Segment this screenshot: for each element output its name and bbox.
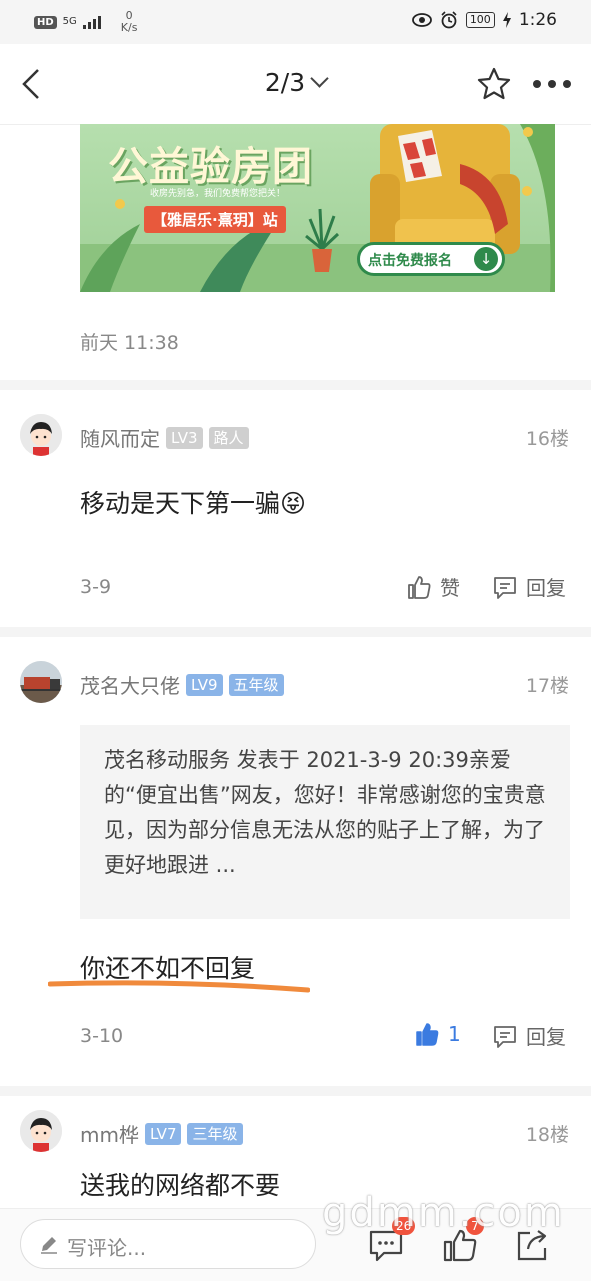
- level-badge: LV9: [186, 673, 223, 696]
- reply-button[interactable]: 回复: [492, 572, 566, 601]
- plant-icon: [305, 208, 340, 272]
- avatar-image: [20, 1110, 62, 1152]
- avatar-image: [20, 661, 62, 703]
- reply-label: 回复: [526, 576, 566, 600]
- divider: [0, 627, 591, 637]
- charging-icon: [502, 12, 511, 28]
- floor-number: 18楼: [525, 1124, 569, 1146]
- arrow-down-icon: ↓: [474, 247, 498, 271]
- divider: [0, 380, 591, 390]
- free-signup-button[interactable]: 点击免费报名 ↓: [357, 242, 505, 276]
- avatar[interactable]: [20, 1110, 62, 1152]
- comment-input[interactable]: 写评论...: [20, 1219, 316, 1269]
- comment-author: 随风而定 LV3 路人: [80, 423, 249, 452]
- comment-author: mm桦 LV7 三年级: [80, 1119, 243, 1148]
- username[interactable]: mm桦: [80, 1119, 139, 1148]
- username[interactable]: 茂名大只佬: [80, 670, 180, 699]
- thumbs-up-icon: [408, 575, 431, 599]
- floor-number: 17楼: [525, 675, 569, 697]
- comment-body: 移动是天下第一骗: [80, 489, 281, 518]
- eye-icon: [411, 13, 432, 27]
- level-badge: LV7: [144, 1122, 182, 1145]
- reply-icon: [494, 576, 516, 599]
- comment-item: 茂名大只佬 LV9 五年级 17楼 茂名移动服务 发表于 2021-3-9 20…: [0, 637, 591, 1085]
- battery-level: 100: [465, 12, 495, 28]
- like-button[interactable]: 赞: [406, 572, 460, 601]
- free-signup-label: 点击免费报名: [368, 253, 452, 269]
- level-badge: LV3: [166, 426, 203, 449]
- like-label: 赞: [440, 576, 460, 600]
- network-indicator: 5G: [62, 16, 77, 27]
- status-bar: HD 5G 0 K/s 100 1:26: [0, 0, 591, 44]
- watermark: gdmm.com: [322, 1190, 565, 1236]
- comment-item: 随风而定 LV3 路人 16楼 移动是天下第一骗😝 3-9 赞 回复: [0, 390, 591, 626]
- avatar[interactable]: [20, 661, 62, 703]
- comment-date: 3-10: [80, 1025, 124, 1047]
- username[interactable]: 随风而定: [80, 423, 160, 452]
- network-speed: 0 K/s: [121, 10, 138, 34]
- rank-badge: 三年级: [187, 1122, 243, 1145]
- banner-subtitle: 收房先别急，我们免费帮您把关！: [150, 189, 286, 199]
- star-icon[interactable]: [476, 66, 512, 102]
- avatar[interactable]: [20, 414, 62, 456]
- rank-badge: 五年级: [228, 673, 284, 696]
- more-icon[interactable]: [532, 78, 572, 90]
- chevron-down-icon: [310, 69, 329, 88]
- page-indicator: 2/3: [264, 68, 306, 97]
- post-timestamp: 前天 11:38: [80, 332, 179, 354]
- promo-banner[interactable]: 公益验房团 收房先别急，我们免费帮您把关！ 【雅居乐·熹玥】站 点击免费报名 ↓: [80, 124, 555, 292]
- like-count: 1: [448, 1022, 461, 1046]
- banner-title: 公益验房团: [108, 144, 313, 190]
- hd-indicator: HD: [34, 15, 57, 29]
- reply-label: 回复: [526, 1025, 566, 1049]
- divider: [0, 1086, 591, 1096]
- floor-number: 16楼: [525, 428, 569, 450]
- emoji: 😝: [280, 489, 307, 518]
- quoted-reply[interactable]: 茂名移动服务 发表于 2021-3-9 20:39亲爱的“便宜出售”网友，您好！…: [80, 725, 570, 919]
- reply-icon: [494, 1025, 516, 1048]
- pencil-icon: [41, 1237, 57, 1254]
- banner-tag: 【雅居乐·熹玥】站: [144, 206, 286, 233]
- comment-body: 送我的网络都不要: [80, 1171, 281, 1200]
- alarm-icon: [441, 11, 457, 29]
- rank-badge: 路人: [208, 426, 249, 449]
- clock: 1:26: [518, 10, 557, 30]
- signal-icon: [82, 16, 101, 29]
- like-button[interactable]: 1: [414, 1021, 461, 1047]
- comment-author: 茂名大只佬 LV9 五年级: [80, 670, 284, 699]
- speed-unit: K/s: [120, 21, 138, 34]
- comment-placeholder: 写评论...: [67, 1236, 147, 1260]
- avatar-image: [20, 414, 62, 456]
- comment-date: 3-9: [80, 576, 112, 598]
- orange-underline-mark: [48, 980, 310, 993]
- comment-text: 移动是天下第一骗😝: [80, 484, 306, 520]
- top-nav-bar: 2/3: [0, 44, 591, 125]
- thumbs-up-icon: [416, 1023, 439, 1046]
- reply-button[interactable]: 回复: [492, 1021, 566, 1050]
